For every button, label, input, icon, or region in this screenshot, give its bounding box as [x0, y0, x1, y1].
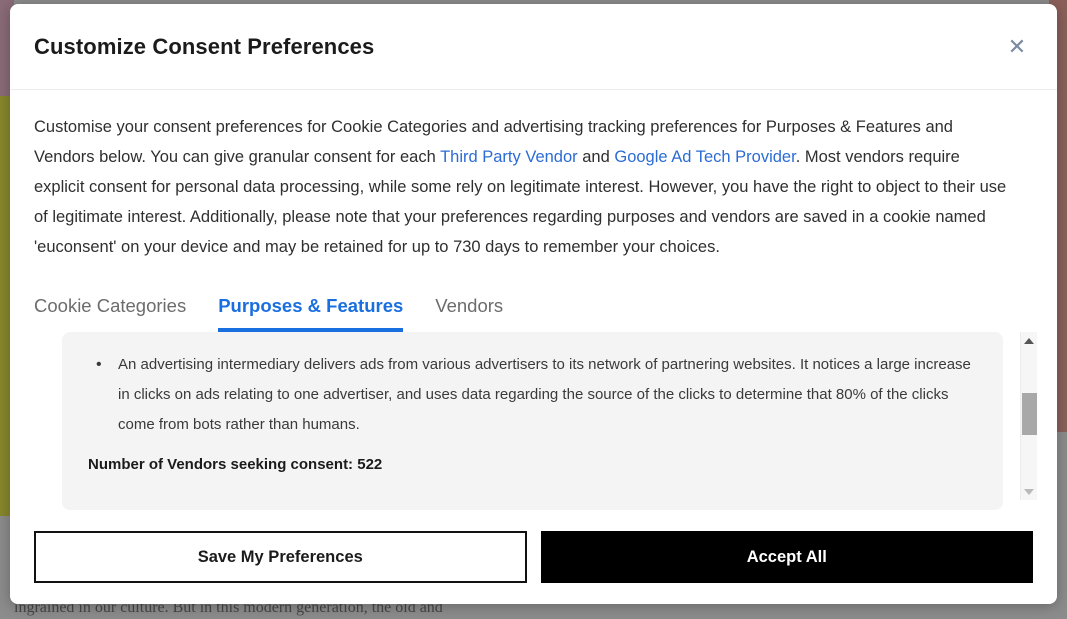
- tab-strip: Cookie Categories Purposes & Features Ve…: [34, 286, 1033, 332]
- tab-vendors[interactable]: Vendors: [435, 295, 503, 332]
- list-item: An advertising intermediary delivers ads…: [88, 350, 977, 440]
- chevron-down-icon[interactable]: [1021, 483, 1038, 500]
- chevron-up-icon[interactable]: [1021, 332, 1038, 349]
- consent-preferences-dialog: Customize Consent Preferences ✕ Customis…: [10, 4, 1057, 604]
- dialog-body: Customise your consent preferences for C…: [10, 90, 1057, 510]
- scrollbar-track[interactable]: [1021, 349, 1038, 483]
- tab-purposes-and-features[interactable]: Purposes & Features: [218, 295, 404, 332]
- scrollbar-thumb[interactable]: [1021, 393, 1037, 435]
- google-ad-tech-provider-link[interactable]: Google Ad Tech Provider: [614, 148, 795, 166]
- third-party-vendor-link[interactable]: Third Party Vendor: [440, 148, 578, 166]
- purpose-example-list: An advertising intermediary delivers ads…: [88, 350, 977, 440]
- close-icon[interactable]: ✕: [1001, 31, 1033, 63]
- save-my-preferences-button[interactable]: Save My Preferences: [34, 531, 527, 583]
- tab-cookie-categories[interactable]: Cookie Categories: [34, 295, 186, 332]
- panel-wrapper: An advertising intermediary delivers ads…: [34, 332, 1037, 510]
- dialog-footer: Save My Preferences Accept All: [10, 510, 1057, 604]
- vendor-count-label: Number of Vendors seeking consent: 522: [88, 456, 383, 473]
- dialog-title: Customize Consent Preferences: [34, 33, 375, 59]
- intro-text-part-2: and: [577, 148, 615, 166]
- panel-scrollbar[interactable]: [1020, 332, 1037, 500]
- accept-all-button[interactable]: Accept All: [540, 531, 1033, 583]
- intro-paragraph: Customise your consent preferences for C…: [34, 112, 1012, 262]
- purposes-content-panel: An advertising intermediary delivers ads…: [62, 332, 1003, 510]
- dialog-header: Customize Consent Preferences ✕: [10, 4, 1057, 90]
